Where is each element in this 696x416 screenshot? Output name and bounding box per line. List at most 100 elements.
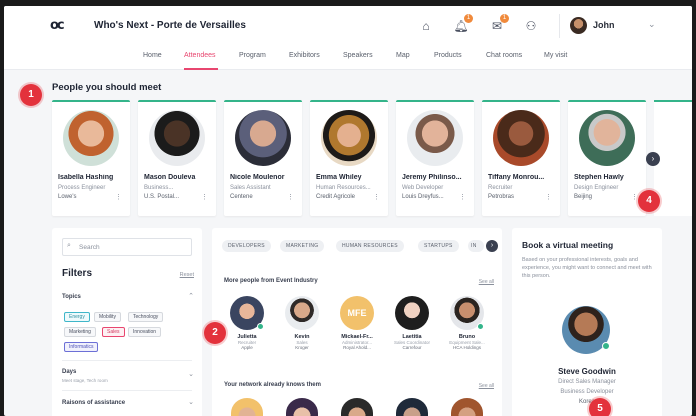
person-item[interactable]: Kevin Sales Kroger	[275, 296, 329, 350]
logo[interactable]: oc	[50, 18, 65, 33]
person-role: Process Engineer	[58, 185, 106, 191]
step-marker-4: 4	[638, 190, 660, 212]
more-options-icon[interactable]: ⋮	[545, 193, 552, 201]
topic-tag-mobility[interactable]: Mobility	[94, 312, 121, 322]
reasons-label[interactable]: Raisons of assistance	[62, 400, 125, 406]
avatar[interactable]	[451, 398, 483, 416]
person-card[interactable]: Mason Douleva Business... U.S. Postal...…	[138, 100, 216, 216]
user-menu[interactable]: John ⌄	[559, 14, 664, 38]
nav-products[interactable]: Products	[434, 52, 462, 59]
active-tab-indicator	[184, 68, 218, 70]
category-pill-marketing[interactable]: MARKETING	[280, 240, 325, 252]
person-item[interactable]: Bruno Equipment Sale... HCA Holdings	[440, 296, 494, 350]
meeting-description: Based on your professional interests, go…	[522, 257, 652, 279]
nav-program[interactable]: Program	[239, 52, 266, 59]
people-discovery-panel: DEVELOPERS MARKETING HUMAN RESOURCES STA…	[212, 228, 502, 416]
more-options-icon[interactable]: ⋮	[631, 193, 638, 201]
category-pill-developers[interactable]: DEVELOPERS	[222, 240, 271, 252]
more-options-icon[interactable]: ⋮	[459, 193, 466, 201]
nav-chat-rooms[interactable]: Chat rooms	[486, 52, 522, 59]
person-name: Nicole Moulenor	[230, 174, 285, 181]
nav-my-visit[interactable]: My visit	[544, 52, 567, 59]
see-all-link[interactable]: See all	[479, 279, 494, 285]
nav-map[interactable]: Map	[396, 52, 410, 59]
topic-tag-energy[interactable]: Energy	[64, 312, 90, 322]
category-pill-startups[interactable]: STARTUPS	[418, 240, 459, 252]
avatar[interactable]	[396, 398, 428, 416]
profile-photo	[493, 110, 549, 166]
nav-attendees[interactable]: Attendees	[184, 52, 216, 59]
person-role: Direct Sales Manager	[558, 379, 616, 385]
notification-badge: 1	[464, 14, 473, 23]
see-all-link[interactable]: See all	[479, 383, 494, 389]
person-role: Design Engineer	[574, 185, 619, 191]
pills-next-button[interactable]: ›	[486, 240, 498, 252]
category-pill-partial[interactable]: IN	[468, 240, 484, 252]
person-company: Carrefour	[402, 345, 422, 350]
more-options-icon[interactable]: ⋮	[201, 193, 208, 201]
more-options-icon[interactable]: ⋮	[373, 193, 380, 201]
category-pill-human-resources[interactable]: HUMAN RESOURCES	[336, 240, 404, 252]
topic-tag-innovation[interactable]: Innovation	[128, 327, 162, 337]
topic-tag-informatics[interactable]: Informatics	[64, 342, 99, 352]
bell-icon[interactable]: 🔔︎ 1	[452, 14, 473, 35]
topics-label[interactable]: Topics	[62, 294, 81, 300]
profile-photo	[235, 110, 291, 166]
section-title: People you should meet	[52, 82, 162, 93]
person-card[interactable]: Isabella Hashing Process Engineer Lowe's…	[52, 100, 130, 216]
person-card[interactable]: Nicole Moulenor Sales Assistant Centene …	[224, 100, 302, 216]
person-item[interactable]: Julietta Recruiter Apple	[220, 296, 274, 350]
person-role: Human Resources...	[316, 185, 371, 191]
profile-photo	[149, 110, 205, 166]
search-input[interactable]: Search	[62, 238, 192, 256]
divider	[62, 360, 192, 361]
person-company: Korea	[578, 399, 595, 405]
person-item[interactable]: Laetitia Sales Coordinator Carrefour	[385, 296, 439, 350]
meeting-title: Book a virtual meeting	[522, 240, 614, 250]
chevron-down-icon[interactable]: ⌄	[188, 370, 194, 378]
person-name[interactable]: Steve Goodwin	[512, 367, 662, 376]
person-company: Apple	[241, 345, 253, 350]
profile-photo	[321, 110, 377, 166]
days-label[interactable]: Days	[62, 369, 76, 375]
profile-photo	[407, 110, 463, 166]
avatar	[450, 296, 484, 330]
topic-tag-sales[interactable]: Sales	[102, 327, 125, 337]
person-name: Emma Whiley	[316, 174, 362, 181]
topic-tag-marketing[interactable]: Marketing	[64, 327, 96, 337]
avatar	[570, 17, 587, 34]
online-indicator	[477, 323, 484, 330]
carousel-next-button[interactable]: ›	[646, 152, 660, 166]
person-card[interactable]: Stephen Hawly Design Engineer Beijing ⋮	[568, 100, 646, 216]
reset-link[interactable]: Reset	[180, 272, 194, 278]
main-nav: Home Attendees Program Exhibitors Speake…	[4, 46, 692, 70]
person-card[interactable]: Jeremy Philinso... Web Developer Louis D…	[396, 100, 474, 216]
event-title[interactable]: Who's Next - Porte de Versailles	[94, 20, 246, 31]
message-badge: 1	[500, 14, 509, 23]
person-role: Sales Assistant	[230, 185, 271, 191]
chat-icon[interactable]: ✉ 1	[488, 14, 509, 35]
topic-tag-technology[interactable]: Technology	[128, 312, 164, 322]
people-icon[interactable]: ⚇	[522, 17, 540, 35]
avatar[interactable]	[231, 398, 263, 416]
user-name: John	[593, 20, 615, 30]
avatar[interactable]	[286, 398, 318, 416]
nav-exhibitors[interactable]: Exhibitors	[289, 52, 320, 59]
network-section-title: Your network already knows them	[224, 382, 321, 388]
app-window: oc Who's Next - Porte de Versailles ⌂ 🔔︎…	[4, 6, 692, 416]
person-card[interactable]: Tiffany Monrou... Recruiter Petrobras ⋮	[482, 100, 560, 216]
person-name: Tiffany Monrou...	[488, 174, 545, 181]
top-bar: oc Who's Next - Porte de Versailles ⌂ 🔔︎…	[4, 6, 692, 46]
more-options-icon[interactable]: ⋮	[115, 193, 122, 201]
person-item[interactable]: MFE Mickael-Fr... Administrator... Royal…	[330, 296, 384, 350]
avatar[interactable]	[341, 398, 373, 416]
person-card[interactable]: Emma Whiley Human Resources... Credit Ag…	[310, 100, 388, 216]
nav-home[interactable]: Home	[143, 52, 162, 59]
chevron-down-icon[interactable]: ⌄	[188, 398, 194, 406]
nav-speakers[interactable]: Speakers	[343, 52, 373, 59]
more-options-icon[interactable]: ⋮	[287, 193, 294, 201]
avatar	[230, 296, 264, 330]
chevron-up-icon[interactable]: ⌃	[188, 292, 194, 300]
person-name: Isabella Hashing	[58, 174, 114, 181]
home-icon[interactable]: ⌂	[417, 17, 435, 35]
